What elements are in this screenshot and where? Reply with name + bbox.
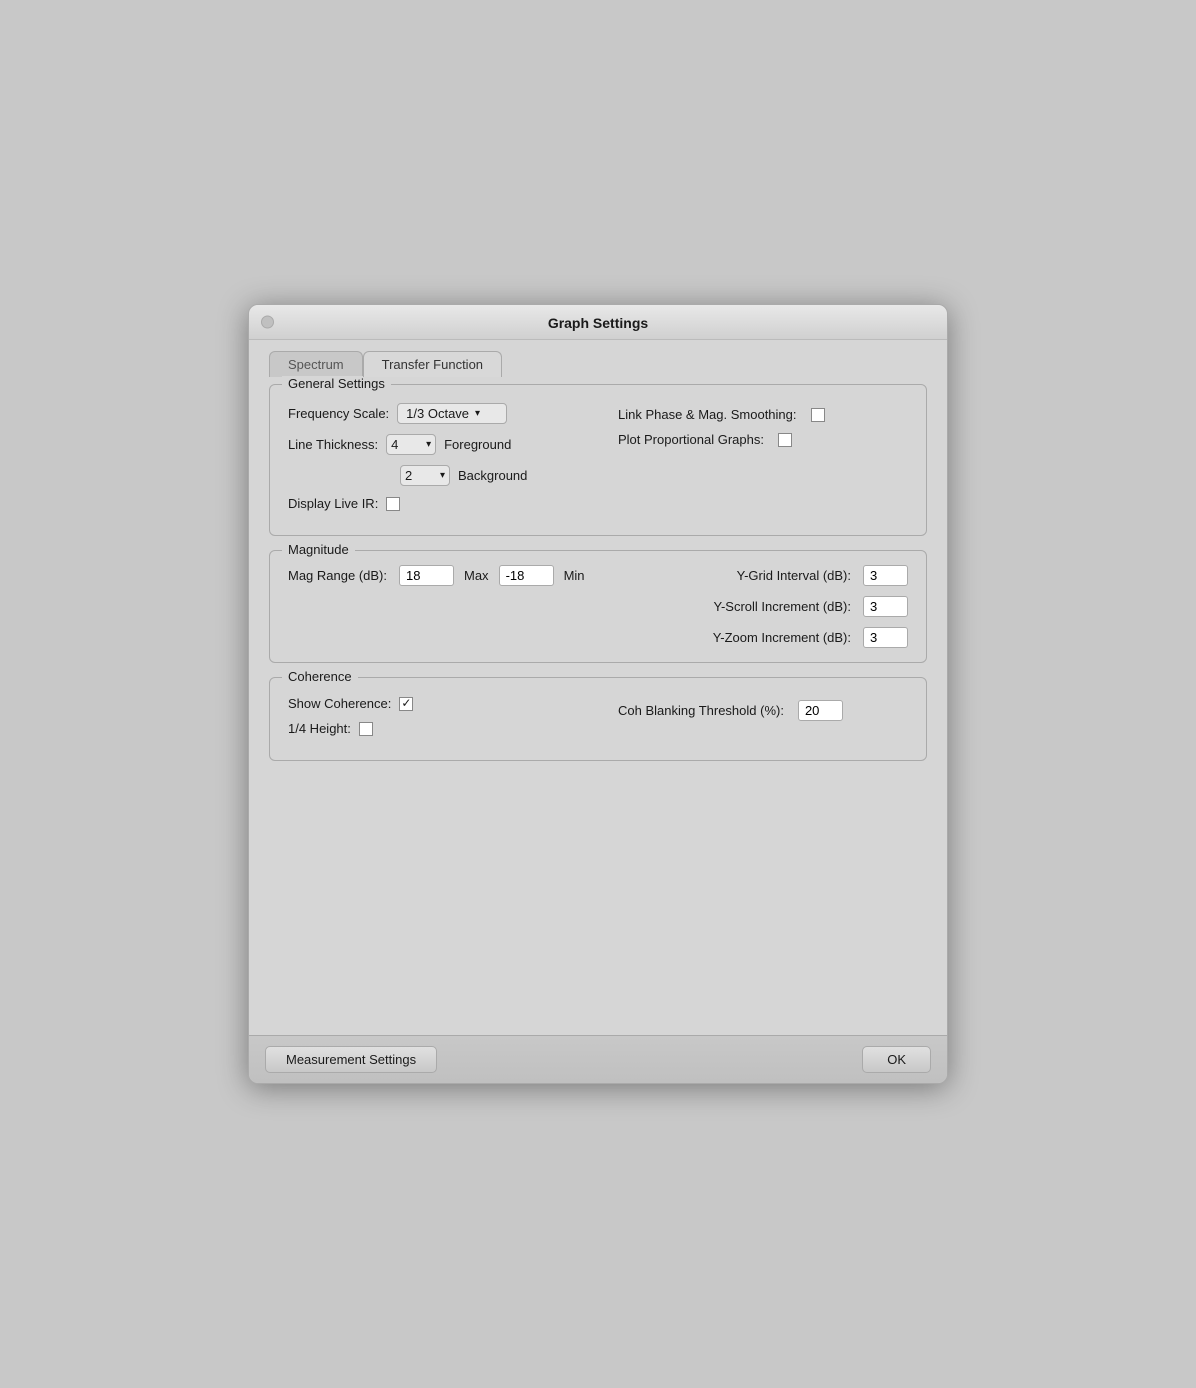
empty-space [269, 775, 927, 1035]
min-label: Min [564, 568, 585, 583]
y-scroll-row: Y-Scroll Increment (dB): [288, 596, 908, 617]
display-live-ir-checkbox[interactable] [386, 497, 400, 511]
line-thickness-fg-dropdown[interactable]: 4 ▾ [386, 434, 436, 455]
show-coherence-label: Show Coherence: [288, 696, 391, 711]
general-settings-title: General Settings [282, 376, 391, 391]
coh-blanking-input[interactable] [798, 700, 843, 721]
graph-settings-window: Graph Settings Spectrum Transfer Functio… [248, 304, 948, 1084]
line-thickness-bg-dropdown[interactable]: 2 ▾ [400, 465, 450, 486]
coherence-section: Coherence Show Coherence: 1/4 Height: [269, 677, 927, 761]
y-zoom-label: Y-Zoom Increment (dB): [713, 630, 851, 645]
y-zoom-input[interactable] [863, 627, 908, 648]
general-settings-section: General Settings Frequency Scale: 1/3 Oc… [269, 384, 927, 536]
coh-blanking-label: Coh Blanking Threshold (%): [618, 703, 784, 718]
general-left-col: Frequency Scale: 1/3 Octave ▾ Line Thick… [288, 403, 598, 521]
show-coherence-checkbox[interactable] [399, 697, 413, 711]
y-grid-label: Y-Grid Interval (dB): [737, 568, 851, 583]
max-label: Max [464, 568, 489, 583]
tab-spectrum[interactable]: Spectrum [269, 351, 363, 377]
display-live-ir-label: Display Live IR: [288, 496, 378, 511]
plot-proportional-label: Plot Proportional Graphs: [618, 432, 764, 447]
frequency-scale-label: Frequency Scale: [288, 406, 389, 421]
magnitude-title: Magnitude [282, 542, 355, 557]
background-label: Background [458, 468, 527, 483]
general-right-col: Link Phase & Mag. Smoothing: Plot Propor… [598, 403, 908, 521]
quarter-height-row: 1/4 Height: [288, 721, 598, 736]
link-phase-mag-checkbox[interactable] [811, 408, 825, 422]
plot-proportional-checkbox[interactable] [778, 433, 792, 447]
frequency-scale-row: Frequency Scale: 1/3 Octave ▾ [288, 403, 598, 424]
link-phase-mag-label: Link Phase & Mag. Smoothing: [618, 407, 797, 422]
close-button[interactable] [261, 316, 274, 329]
coherence-right: Coh Blanking Threshold (%): [598, 696, 908, 746]
quarter-height-checkbox[interactable] [359, 722, 373, 736]
sections-area: General Settings Frequency Scale: 1/3 Oc… [269, 376, 927, 1035]
quarter-height-label: 1/4 Height: [288, 721, 351, 736]
mag-range-row: Mag Range (dB): Max Min Y-Grid Interval … [288, 565, 908, 586]
coherence-grid: Show Coherence: 1/4 Height: Coh Blanking… [288, 696, 908, 746]
mag-range-label: Mag Range (dB): [288, 568, 387, 583]
general-settings-grid: Frequency Scale: 1/3 Octave ▾ Line Thick… [288, 403, 908, 521]
y-scroll-input[interactable] [863, 596, 908, 617]
y-scroll-label: Y-Scroll Increment (dB): [713, 599, 851, 614]
mag-max-input[interactable] [399, 565, 454, 586]
main-content: Spectrum Transfer Function General Setti… [249, 340, 947, 1035]
magnitude-section: Magnitude Mag Range (dB): Max Min Y-Grid… [269, 550, 927, 663]
coh-blanking-row: Coh Blanking Threshold (%): [618, 700, 843, 721]
footer: Measurement Settings OK [249, 1035, 947, 1083]
line-thickness-bg-row: 2 ▾ Background [288, 465, 598, 486]
show-coherence-row: Show Coherence: [288, 696, 598, 711]
tab-bar: Spectrum Transfer Function [269, 350, 927, 376]
y-grid-input[interactable] [863, 565, 908, 586]
plot-proportional-row: Plot Proportional Graphs: [618, 432, 908, 447]
tab-transfer-function[interactable]: Transfer Function [363, 351, 502, 377]
display-live-ir-row: Display Live IR: [288, 496, 598, 511]
lt-bg-arrow-icon: ▾ [440, 470, 445, 481]
window-title: Graph Settings [548, 315, 648, 331]
coherence-title: Coherence [282, 669, 358, 684]
coherence-left: Show Coherence: 1/4 Height: [288, 696, 598, 746]
foreground-label: Foreground [444, 437, 511, 452]
title-bar: Graph Settings [249, 305, 947, 340]
line-thickness-label: Line Thickness: [288, 437, 378, 452]
frequency-scale-arrow-icon: ▾ [475, 408, 480, 419]
ok-button[interactable]: OK [862, 1046, 931, 1073]
frequency-scale-dropdown[interactable]: 1/3 Octave ▾ [397, 403, 507, 424]
y-zoom-row: Y-Zoom Increment (dB): [288, 627, 908, 648]
line-thickness-fg-row: Line Thickness: 4 ▾ Foreground [288, 434, 598, 455]
mag-min-input[interactable] [499, 565, 554, 586]
measurement-settings-button[interactable]: Measurement Settings [265, 1046, 437, 1073]
link-phase-mag-row: Link Phase & Mag. Smoothing: [618, 407, 908, 422]
lt-fg-arrow-icon: ▾ [426, 439, 431, 450]
